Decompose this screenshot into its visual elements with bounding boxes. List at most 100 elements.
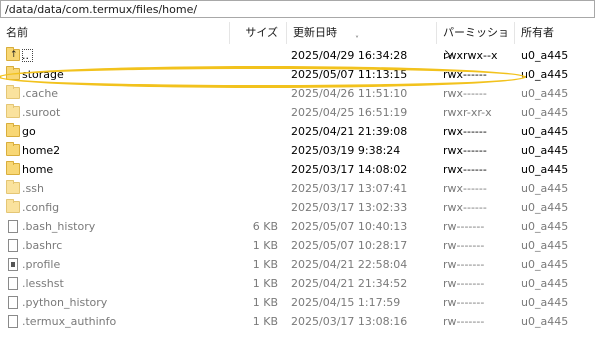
cell-perm: rwx------ <box>443 201 487 214</box>
column-name[interactable]: 名前 <box>0 22 230 44</box>
cell-size <box>230 46 278 65</box>
cell-owner: u0_a445 <box>521 277 569 290</box>
file-row[interactable]: storage 2025/05/07 11:13:15 rwx------ u0_a4… <box>0 65 597 84</box>
cell-name: .python_history <box>22 296 108 309</box>
file-row[interactable]: .suroot 2025/04/25 16:51:19 rwxr-xr-x u0_a4… <box>0 103 597 122</box>
file-icon <box>8 220 18 233</box>
cell-name: .suroot <box>22 106 61 119</box>
folder-icon <box>6 199 20 213</box>
file-row[interactable]: .bash_history 6 KB 2025/05/07 10:40:13 rw--… <box>0 217 597 236</box>
file-row[interactable]: .cache 2025/04/26 11:51:10 rwx------ u0_a44… <box>0 84 597 103</box>
folder-icon <box>6 142 20 156</box>
cell-name: home2 <box>22 144 61 157</box>
cell-date: 2025/05/07 11:13:15 <box>291 68 408 81</box>
file-icon <box>8 296 18 309</box>
file-list: ↑.. 2025/04/29 16:34:28 rwxrwx--x u0_a445 st… <box>0 46 597 331</box>
cell-owner: u0_a445 <box>521 144 569 157</box>
cell-date: 2025/04/21 21:34:52 <box>291 277 408 290</box>
cell-name: .. <box>22 49 29 62</box>
file-icon <box>8 277 18 290</box>
cell-name: .config <box>22 201 60 214</box>
settings-file-icon <box>8 258 18 271</box>
file-row[interactable]: .ssh 2025/03/17 13:07:41 rwx------ u0_a445 <box>0 179 597 198</box>
cell-date: 2025/03/17 13:07:41 <box>291 182 408 195</box>
cell-size: 1 KB <box>252 258 278 271</box>
cell-owner: u0_a445 <box>521 182 569 195</box>
cell-perm: rw------- <box>443 258 485 271</box>
folder-icon <box>6 104 20 118</box>
cell-date: 2025/03/17 14:08:02 <box>291 163 408 176</box>
cell-size: 1 KB <box>252 296 278 309</box>
cell-date: 2025/04/21 22:58:04 <box>291 258 408 271</box>
cell-owner: u0_a445 <box>521 68 569 81</box>
folder-icon <box>6 66 20 80</box>
cell-name: .termux_authinfo <box>22 315 117 328</box>
cell-date: 2025/04/26 11:51:10 <box>291 87 408 100</box>
cell-name: .cache <box>22 87 59 100</box>
file-row[interactable]: .config 2025/03/17 13:02:33 rwx------ u0_a4… <box>0 198 597 217</box>
cell-name: go <box>22 125 36 138</box>
cell-owner: u0_a445 <box>521 220 569 233</box>
cell-owner: u0_a445 <box>521 201 569 214</box>
file-row[interactable]: .profile 1 KB 2025/04/21 22:58:04 rw-------… <box>0 255 597 274</box>
cell-date: 2025/03/19 9:38:24 <box>291 144 401 157</box>
file-row[interactable]: home2 2025/03/19 9:38:24 rwx------ u0_a445 <box>0 141 597 160</box>
cell-owner: u0_a445 <box>521 258 569 271</box>
cell-perm: rwxr-xr-x <box>443 106 492 119</box>
cell-size: 1 KB <box>252 315 278 328</box>
file-row[interactable]: home 2025/03/17 14:08:02 rwx------ u0_a445 <box>0 160 597 179</box>
cell-perm: rw------- <box>443 239 485 252</box>
cell-size: 6 KB <box>252 220 278 233</box>
folder-icon <box>6 123 20 137</box>
cell-size <box>230 122 278 141</box>
cell-owner: u0_a445 <box>521 315 569 328</box>
cell-date: 2025/04/21 21:39:08 <box>291 125 408 138</box>
cell-name: storage <box>22 68 64 81</box>
cell-perm: rwx------ <box>443 163 487 176</box>
file-row[interactable]: .bashrc 1 KB 2025/05/07 10:28:17 rw------- u… <box>0 236 597 255</box>
cell-name: .profile <box>22 258 61 271</box>
cell-name: .ssh <box>22 182 44 195</box>
cell-name: .bash_history <box>22 220 96 233</box>
cell-size <box>230 65 278 84</box>
path-bar[interactable]: /data/data/com.termux/files/home/ <box>0 0 595 18</box>
cell-size <box>230 84 278 103</box>
cell-name: .lesshst <box>22 277 64 290</box>
cell-date: 2025/05/07 10:28:17 <box>291 239 408 252</box>
cell-date: 2025/03/17 13:02:33 <box>291 201 408 214</box>
cell-perm: rwx------ <box>443 68 487 81</box>
cell-owner: u0_a445 <box>521 106 569 119</box>
cell-perm: rwxrwx--x <box>443 49 498 62</box>
column-size[interactable]: サイズ <box>230 22 287 44</box>
cell-perm: rwx------ <box>443 125 487 138</box>
file-row[interactable]: .termux_authinfo 1 KB 2025/03/17 13:08:16 r… <box>0 312 597 331</box>
cell-date: 2025/05/07 10:40:13 <box>291 220 408 233</box>
folder-icon <box>6 180 20 194</box>
cell-perm: rwx------ <box>443 182 487 195</box>
file-row[interactable]: .lesshst 1 KB 2025/04/21 21:34:52 rw-------… <box>0 274 597 293</box>
parent-folder-icon: ↑ <box>6 47 20 61</box>
file-icon <box>8 315 18 328</box>
column-permission[interactable]: パーミッション <box>437 22 515 61</box>
file-row[interactable]: .python_history 1 KB 2025/04/15 1:17:59 rw-… <box>0 293 597 312</box>
column-owner[interactable]: 所有者 <box>515 22 597 44</box>
cell-size: 1 KB <box>252 239 278 252</box>
cell-owner: u0_a445 <box>521 296 569 309</box>
cell-size <box>230 160 278 179</box>
cell-size <box>230 141 278 160</box>
column-date[interactable]: 更新日時 <box>287 22 437 44</box>
cell-date: 2025/04/29 16:34:28 <box>291 49 408 62</box>
cell-date: 2025/04/25 16:51:19 <box>291 106 408 119</box>
cell-perm: rw------- <box>443 315 485 328</box>
cell-size <box>230 179 278 198</box>
cell-perm: rwx------ <box>443 144 487 157</box>
cell-size: 1 KB <box>252 277 278 290</box>
cell-size <box>230 103 278 122</box>
file-row[interactable]: ↑.. 2025/04/29 16:34:28 rwxrwx--x u0_a445 <box>0 46 597 65</box>
file-row[interactable]: go 2025/04/21 21:39:08 rwx------ u0_a445 <box>0 122 597 141</box>
cell-owner: u0_a445 <box>521 239 569 252</box>
cell-date: 2025/03/17 13:08:16 <box>291 315 408 328</box>
cell-owner: u0_a445 <box>521 87 569 100</box>
cell-name: .bashrc <box>22 239 63 252</box>
cell-perm: rwx------ <box>443 87 487 100</box>
